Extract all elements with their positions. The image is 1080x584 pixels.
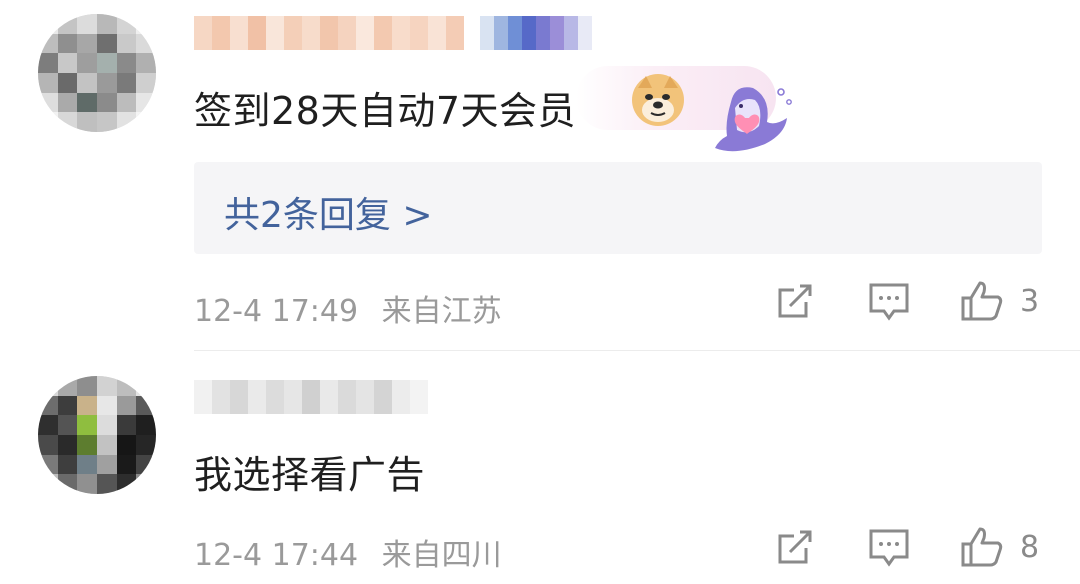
like-count: 8 (1020, 529, 1040, 565)
doge-emoji-icon (632, 74, 684, 126)
comment-icon (869, 283, 909, 321)
divider (194, 350, 1080, 351)
like-button[interactable]: 8 (960, 526, 1039, 568)
share-icon (778, 530, 812, 564)
comment-meta: 12-4 17:44 来自四川 (194, 530, 502, 574)
thumbs-up-icon (961, 527, 1003, 567)
user-badge-blurred (480, 16, 592, 50)
comment-text: 我选择看广告 (194, 453, 426, 497)
comment-button[interactable] (868, 282, 910, 322)
comment-icon (869, 529, 909, 567)
share-icon (778, 284, 812, 318)
comment-location: 来自江苏 (381, 294, 502, 329)
comment-location: 来自四川 (381, 538, 502, 573)
username-blurred[interactable] (194, 380, 428, 414)
shark-heart-sticker-icon (715, 87, 792, 152)
comment-date: 12-4 17:49 (194, 294, 359, 329)
avatar[interactable] (38, 14, 156, 132)
comment-date: 12-4 17:44 (194, 538, 359, 573)
comment-button[interactable] (868, 528, 910, 568)
view-replies-link[interactable]: 共2条回复 > (224, 186, 433, 238)
like-count: 3 (1020, 283, 1040, 319)
thumbs-up-icon (961, 281, 1003, 321)
username-blurred[interactable] (194, 16, 464, 50)
share-button[interactable] (776, 282, 814, 320)
replies-panel[interactable]: 共2条回复 > (194, 162, 1042, 254)
like-button[interactable]: 3 (960, 280, 1039, 322)
comment-meta: 12-4 17:49 来自江苏 (194, 286, 502, 330)
comment-text: 签到28天自动7天会员 (194, 89, 577, 133)
share-button[interactable] (776, 528, 814, 566)
avatar[interactable] (38, 376, 156, 494)
